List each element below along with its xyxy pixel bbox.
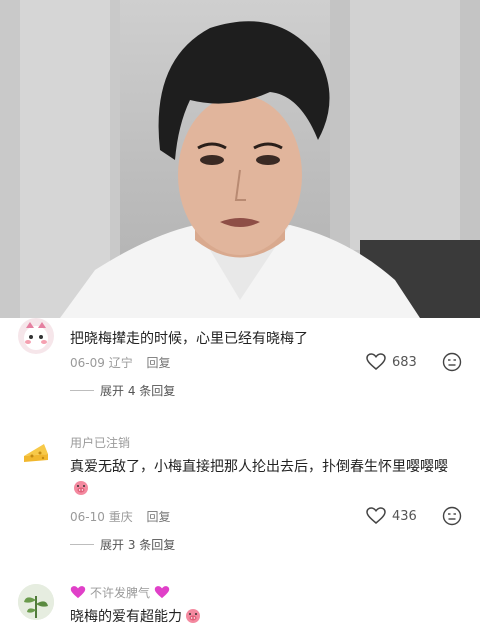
pig-face-icon [74, 481, 88, 495]
comment-location: 重庆 [108, 510, 133, 524]
expand-replies-label: 展开 3 条回复 [100, 538, 176, 552]
like-button[interactable]: 683 [366, 352, 417, 372]
avatar[interactable] [18, 584, 54, 620]
expand-replies-button[interactable]: 展开 4 条回复 [70, 382, 175, 399]
purple-heart-icon [154, 586, 170, 599]
avatar[interactable] [18, 432, 54, 468]
like-count: 436 [392, 508, 417, 524]
comment-date: 06-10 [70, 510, 105, 524]
like-count: 683 [392, 354, 417, 370]
comment-username: 不许发脾气 [90, 586, 151, 600]
dislike-face-icon [442, 352, 462, 372]
video-frame[interactable] [0, 0, 480, 318]
comment-item: 把晓梅撵走的时候，心里已经有晓梅了 06-09 辽宁 回复 683 展开 4 条… [0, 318, 480, 414]
divider-line [70, 544, 94, 545]
expand-replies-label: 展开 4 条回复 [100, 384, 176, 398]
dislike-face-icon [442, 506, 462, 526]
comment-text: 真爱无敌了，小梅直接把那人抡出去后，扑倒春生怀里嘤嘤嘤 [70, 456, 460, 500]
avatar[interactable] [18, 318, 54, 354]
pig-face-icon [186, 609, 200, 623]
comment-date: 06-09 [70, 356, 105, 370]
comment-username[interactable]: 用户已注销 [70, 434, 130, 451]
dislike-button[interactable] [442, 506, 462, 526]
reply-button[interactable]: 回复 [147, 356, 171, 370]
comment-item: 用户已注销 真爱无敌了，小梅直接把那人抡出去后，扑倒春生怀里嘤嘤嘤 06-10 … [0, 430, 480, 558]
comment-text: 晓梅的爱有超能力 [70, 606, 460, 628]
expand-replies-button[interactable]: 展开 3 条回复 [70, 536, 175, 553]
heart-outline-icon [366, 507, 386, 524]
comment-meta: 06-09 辽宁 回复 [70, 354, 171, 371]
dislike-button[interactable] [442, 352, 462, 372]
comment-text: 把晓梅撵走的时候，心里已经有晓梅了 [70, 331, 308, 347]
comment-text-content: 晓梅的爱有超能力 [70, 609, 182, 625]
divider-line [70, 390, 94, 391]
heart-outline-icon [366, 353, 386, 370]
comment-location: 辽宁 [108, 356, 133, 370]
comment-meta: 06-10 重庆 回复 [70, 508, 171, 525]
video-still-image [0, 0, 480, 318]
purple-heart-icon [70, 586, 86, 599]
comment-text-content: 真爱无敌了，小梅直接把那人抡出去后，扑倒春生怀里嘤嘤嘤 [70, 459, 448, 475]
comment-item: 不许发脾气 晓梅的爱有超能力 [0, 580, 480, 640]
reply-button[interactable]: 回复 [147, 510, 171, 524]
like-button[interactable]: 436 [366, 506, 417, 526]
comment-username-row[interactable]: 不许发脾气 [70, 584, 170, 601]
